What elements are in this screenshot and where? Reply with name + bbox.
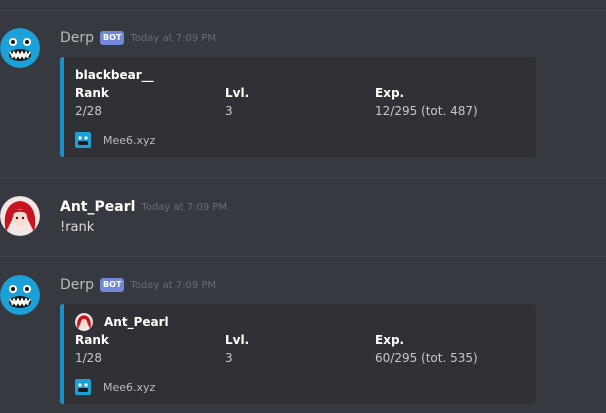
embed-accent-bar [60, 57, 64, 157]
message-divider [0, 10, 606, 11]
embed-field-level: Lvl. 3 [225, 85, 365, 121]
rank-embed: Ant_Pearl Rank 1/28 Lvl. 3 Exp. 60/295 (… [60, 304, 536, 404]
field-value: 12/295 (tot. 487) [375, 104, 478, 118]
embed-author-name: Ant_Pearl [104, 315, 169, 329]
embed-footer-text: Mee6.xyz [103, 380, 156, 394]
message-timestamp: Today at 7:09 PM [141, 201, 228, 213]
field-name: Exp. [375, 86, 405, 100]
message-header: Derp BOT Today at 7:09 PM [60, 28, 216, 48]
embed-field-rank: Rank 2/28 [75, 85, 215, 121]
field-value: 60/295 (tot. 535) [375, 351, 478, 365]
author-name[interactable]: Ant_Pearl [60, 199, 135, 215]
chat-messages: Derp BOT Today at 7:09 PM blackbear__ Ra… [0, 0, 606, 413]
field-name: Lvl. [225, 86, 250, 100]
field-name: Rank [75, 86, 109, 100]
mee6-footer-icon [75, 132, 91, 148]
message-header: Ant_Pearl Today at 7:09 PM [60, 197, 227, 217]
rank-embed: blackbear__ Rank 2/28 Lvl. 3 Exp. 12/295… [60, 57, 536, 157]
field-value: 3 [225, 351, 233, 365]
message-divider [0, 177, 606, 178]
bot-tag-badge: BOT [100, 278, 125, 292]
embed-author: Ant_Pearl [75, 313, 169, 331]
message-timestamp: Today at 7:09 PM [130, 279, 217, 291]
anime-avatar-icon[interactable] [0, 196, 40, 236]
field-value: 1/28 [75, 351, 102, 365]
embed-field-exp: Exp. 12/295 (tot. 487) [375, 85, 525, 121]
embed-author-avatar-icon [75, 313, 93, 331]
author-name[interactable]: Derp [60, 277, 94, 293]
mee6-avatar-icon[interactable] [0, 28, 40, 68]
bot-tag-badge: BOT [100, 31, 125, 45]
embed-footer-text: Mee6.xyz [103, 133, 156, 147]
message-timestamp: Today at 7:09 PM [130, 32, 217, 44]
embed-footer: Mee6.xyz [75, 131, 155, 149]
mee6-avatar-icon[interactable] [0, 275, 40, 315]
embed-field-level: Lvl. 3 [225, 332, 365, 368]
embed-author-name: blackbear__ [75, 68, 154, 82]
mee6-footer-icon [75, 379, 91, 395]
field-name: Rank [75, 333, 109, 347]
author-name[interactable]: Derp [60, 30, 94, 46]
field-name: Exp. [375, 333, 405, 347]
embed-field-exp: Exp. 60/295 (tot. 535) [375, 332, 525, 368]
field-value: 3 [225, 104, 233, 118]
field-value: 2/28 [75, 104, 102, 118]
message-divider [0, 256, 606, 257]
message-text: !rank [60, 220, 95, 235]
embed-footer: Mee6.xyz [75, 378, 155, 396]
field-name: Lvl. [225, 333, 250, 347]
message-header: Derp BOT Today at 7:09 PM [60, 275, 216, 295]
embed-author: blackbear__ [75, 66, 154, 84]
embed-field-rank: Rank 1/28 [75, 332, 215, 368]
embed-accent-bar [60, 304, 64, 404]
